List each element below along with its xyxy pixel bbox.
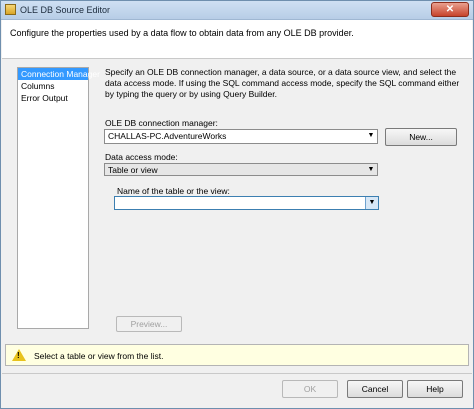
table-name-label: Name of the table or the view: xyxy=(117,186,230,196)
data-access-mode-value: Table or view xyxy=(108,165,158,175)
cancel-button[interactable]: Cancel xyxy=(347,380,403,398)
footer-divider xyxy=(2,373,472,374)
close-button[interactable]: ✕ xyxy=(431,2,469,17)
preview-button[interactable]: Preview... xyxy=(116,316,182,332)
header-description: Configure the properties used by a data … xyxy=(10,28,354,38)
nav-item-connection-manager[interactable]: Connection Manager xyxy=(18,68,100,80)
warning-icon: ! xyxy=(12,349,26,361)
content-description: Specify an OLE DB connection manager, a … xyxy=(105,67,460,99)
dialog-window: OLE DB Source Editor ✕ Configure the pro… xyxy=(0,0,474,409)
nav-item-error-output[interactable]: Error Output xyxy=(18,92,88,104)
data-access-mode-label: Data access mode: xyxy=(105,152,178,162)
table-name-select[interactable]: ▼ xyxy=(114,196,379,210)
help-button[interactable]: Help xyxy=(407,380,463,398)
connection-manager-label: OLE DB connection manager: xyxy=(105,118,218,128)
new-connection-button[interactable]: New... xyxy=(385,128,457,146)
connection-manager-select[interactable]: CHALLAS-PC.AdventureWorks ▼ xyxy=(104,129,378,144)
window-title: OLE DB Source Editor xyxy=(20,5,111,15)
header-band: Configure the properties used by a data … xyxy=(2,20,472,59)
status-message: Select a table or view from the list. xyxy=(34,351,164,361)
title-bar[interactable]: OLE DB Source Editor ✕ xyxy=(1,1,473,20)
ok-button[interactable]: OK xyxy=(282,380,338,398)
chevron-down-icon: ▼ xyxy=(367,132,375,139)
data-access-mode-select[interactable]: Table or view ▼ xyxy=(104,163,378,176)
nav-item-columns[interactable]: Columns xyxy=(18,80,88,92)
app-icon xyxy=(5,4,16,15)
connection-manager-value: CHALLAS-PC.AdventureWorks xyxy=(108,131,227,141)
chevron-down-icon: ▼ xyxy=(367,166,375,173)
close-icon: ✕ xyxy=(445,4,455,15)
status-message-bar: ! Select a table or view from the list. xyxy=(5,344,469,366)
page-list: Connection Manager Columns Error Output xyxy=(17,67,100,329)
chevron-down-icon: ▼ xyxy=(365,197,378,209)
